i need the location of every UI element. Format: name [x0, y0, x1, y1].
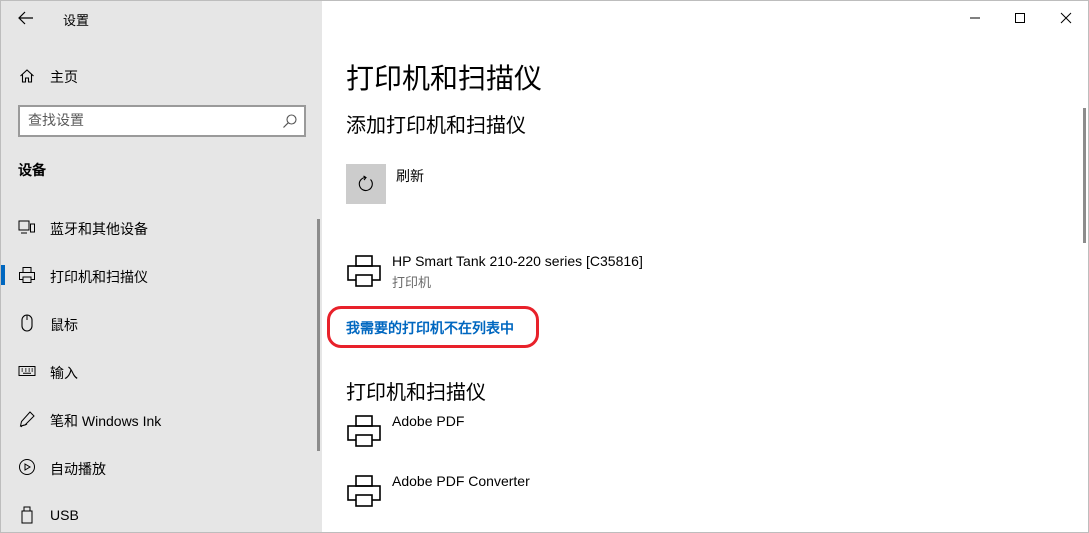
printer-icon — [18, 266, 36, 284]
app-title: 设置 — [63, 13, 90, 28]
printer-list-item[interactable]: Adobe PDF Converter — [346, 473, 746, 517]
refresh-button[interactable] — [346, 164, 386, 204]
sidebar-item-pen[interactable]: 笔和 Windows Ink — [1, 399, 315, 439]
autoplay-icon — [18, 458, 36, 476]
printers-list-title: 打印机和扫描仪 — [346, 382, 486, 404]
sidebar-item-label: 蓝牙和其他设备 — [50, 221, 148, 237]
sidebar-item-autoplay[interactable]: 自动播放 — [1, 447, 315, 487]
search-box[interactable] — [18, 105, 306, 137]
device-type: 打印机 — [392, 275, 432, 290]
device-name: HP Smart Tank 210-220 series [C35816] — [392, 253, 643, 269]
sidebar-item-label: 打印机和扫描仪 — [50, 269, 148, 285]
minimize-button[interactable] — [952, 1, 998, 35]
sidebar-item-home[interactable]: 主页 — [1, 61, 322, 91]
sidebar-item-usb[interactable]: USB — [1, 495, 315, 532]
maximize-icon — [1015, 13, 1025, 23]
printer-not-listed-link[interactable]: 我需要的打印机不在列表中 — [346, 318, 514, 338]
section-title: 设备 — [18, 162, 46, 178]
home-label: 主页 — [50, 69, 78, 85]
sidebar-item-label: 输入 — [50, 365, 78, 381]
settings-window: 设置 主页 设备 — [0, 0, 1089, 533]
sidebar-item-label: USB — [50, 507, 79, 523]
refresh-icon — [358, 175, 373, 192]
usb-icon — [18, 506, 36, 524]
home-icon — [18, 67, 36, 85]
printer-name: Adobe PDF — [392, 413, 465, 429]
pen-icon — [18, 410, 36, 428]
back-button[interactable] — [9, 5, 43, 31]
main-panel: 打印机和扫描仪 添加打印机和扫描仪 刷新 HP Smart Tank 210-2… — [322, 1, 1088, 532]
sidebar-item-bluetooth[interactable]: 蓝牙和其他设备 — [1, 207, 315, 247]
main-scrollbar[interactable] — [1083, 108, 1086, 243]
close-button[interactable] — [1043, 1, 1088, 35]
search-icon[interactable] — [282, 113, 298, 129]
active-indicator — [1, 265, 5, 285]
sidebar-item-label: 笔和 Windows Ink — [50, 413, 162, 429]
printer-name: Adobe PDF Converter — [392, 473, 530, 489]
printer-icon — [347, 255, 381, 287]
printer-list-item[interactable]: Adobe PDF — [346, 413, 746, 457]
bluetooth-devices-icon — [18, 218, 36, 236]
close-icon — [1060, 12, 1072, 24]
sidebar: 设置 主页 设备 — [1, 1, 322, 532]
printer-icon — [347, 475, 381, 507]
maximize-button[interactable] — [997, 1, 1043, 35]
sidebar-item-printers[interactable]: 打印机和扫描仪 — [1, 255, 315, 295]
minimize-icon — [970, 17, 980, 19]
page-title: 打印机和扫描仪 — [346, 63, 543, 94]
back-arrow-icon — [18, 11, 33, 25]
found-device-item[interactable]: HP Smart Tank 210-220 series [C35816] 打印… — [346, 253, 746, 297]
add-section-title: 添加打印机和扫描仪 — [346, 115, 526, 137]
search-input[interactable] — [28, 112, 268, 128]
sidebar-item-label: 自动播放 — [50, 461, 106, 477]
sidebar-item-typing[interactable]: 输入 — [1, 351, 315, 391]
printer-icon — [347, 415, 381, 447]
mouse-icon — [18, 314, 36, 332]
sidebar-item-mouse[interactable]: 鼠标 — [1, 303, 315, 343]
refresh-label[interactable]: 刷新 — [396, 166, 424, 186]
sidebar-scrollbar[interactable] — [317, 219, 320, 451]
sidebar-item-label: 鼠标 — [50, 317, 78, 333]
keyboard-icon — [18, 362, 36, 380]
